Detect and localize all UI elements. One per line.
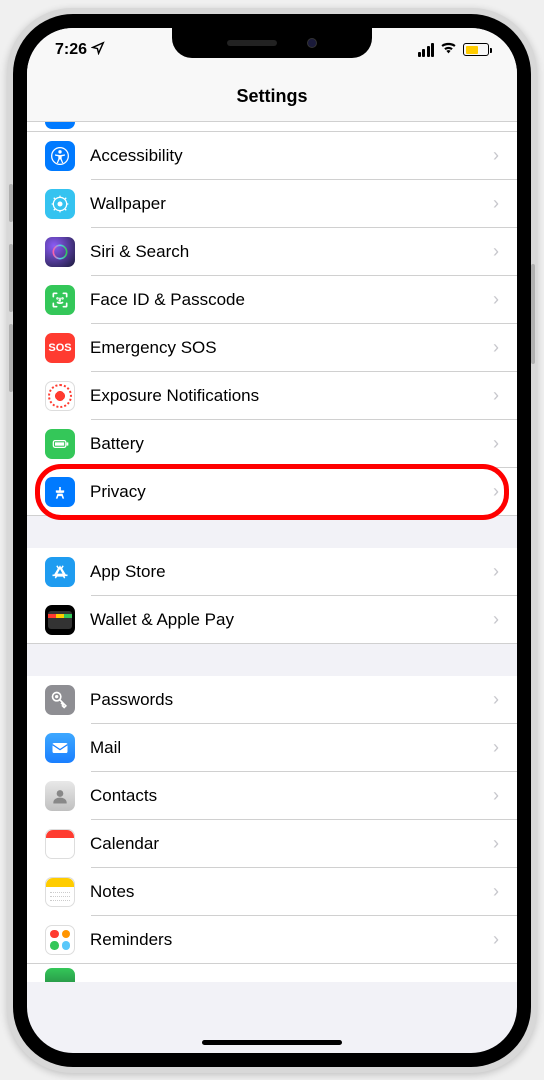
partial-icon (45, 968, 75, 982)
battery-fill (466, 46, 479, 54)
wallet-icon (45, 605, 75, 635)
chevron-right-icon: › (493, 609, 499, 630)
row-calendar[interactable]: Calendar › (27, 820, 517, 868)
mail-icon (45, 733, 75, 763)
page-title: Settings (236, 86, 307, 107)
screen: 7:26 Setti (27, 28, 517, 1053)
row-accessibility[interactable]: Accessibility › (27, 132, 517, 180)
row-label: Contacts (90, 786, 478, 806)
section-gap (27, 644, 517, 676)
location-icon (91, 41, 105, 58)
partial-row-top (27, 122, 517, 132)
notch (172, 28, 372, 58)
wallpaper-icon (45, 189, 75, 219)
row-label: Calendar (90, 834, 478, 854)
chevron-right-icon: › (493, 929, 499, 950)
section-gap (27, 516, 517, 548)
reminders-icon (45, 925, 75, 955)
volume-up (9, 244, 13, 312)
cellular-icon (418, 43, 435, 57)
row-label: Reminders (90, 930, 478, 950)
accessibility-icon (45, 141, 75, 171)
row-battery[interactable]: Battery › (27, 420, 517, 468)
row-label: Notes (90, 882, 478, 902)
status-left: 7:26 (55, 41, 105, 59)
power-button (531, 264, 535, 364)
row-label: Exposure Notifications (90, 386, 478, 406)
battery-row-icon (45, 429, 75, 459)
sos-icon: SOS (45, 333, 75, 363)
chevron-right-icon: › (493, 737, 499, 758)
settings-list[interactable]: Accessibility › Wallpaper › (27, 122, 517, 1053)
row-sos[interactable]: SOS Emergency SOS › (27, 324, 517, 372)
chevron-right-icon: › (493, 385, 499, 406)
row-mail[interactable]: Mail › (27, 724, 517, 772)
row-exposure[interactable]: Exposure Notifications › (27, 372, 517, 420)
settings-section: Accessibility › Wallpaper › (27, 132, 517, 516)
nav-header: Settings (27, 72, 517, 122)
row-label: Passwords (90, 690, 478, 710)
row-label: Face ID & Passcode (90, 290, 478, 310)
chevron-right-icon: › (493, 481, 499, 502)
battery-icon (463, 43, 489, 56)
mute-switch (9, 184, 13, 222)
row-label: Mail (90, 738, 478, 758)
chevron-right-icon: › (493, 689, 499, 710)
chevron-right-icon: › (493, 337, 499, 358)
row-passwords[interactable]: Passwords › (27, 676, 517, 724)
row-label: Accessibility (90, 146, 478, 166)
row-label: Battery (90, 434, 478, 454)
status-right (418, 40, 490, 59)
row-notes[interactable]: Notes › (27, 868, 517, 916)
row-appstore[interactable]: App Store › (27, 548, 517, 596)
row-siri[interactable]: Siri & Search › (27, 228, 517, 276)
appstore-icon (45, 557, 75, 587)
row-reminders[interactable]: Reminders › (27, 916, 517, 964)
phone-bezel: 7:26 Setti (13, 14, 531, 1067)
chevron-right-icon: › (493, 561, 499, 582)
passwords-icon (45, 685, 75, 715)
home-indicator[interactable] (202, 1040, 342, 1045)
row-label: Wallpaper (90, 194, 478, 214)
chevron-right-icon: › (493, 881, 499, 902)
row-label: Wallet & Apple Pay (90, 610, 478, 630)
row-wallpaper[interactable]: Wallpaper › (27, 180, 517, 228)
settings-section: App Store › Wallet & Apple Pay › (27, 548, 517, 644)
row-privacy[interactable]: Privacy › (27, 468, 517, 516)
chevron-right-icon: › (493, 145, 499, 166)
volume-down (9, 324, 13, 392)
wifi-icon (440, 40, 457, 59)
chevron-right-icon: › (493, 433, 499, 454)
row-faceid[interactable]: Face ID & Passcode › (27, 276, 517, 324)
speaker (227, 40, 277, 46)
row-wallet[interactable]: Wallet & Apple Pay › (27, 596, 517, 644)
exposure-icon (45, 381, 75, 411)
contacts-icon (45, 781, 75, 811)
privacy-icon (45, 477, 75, 507)
chevron-right-icon: › (493, 241, 499, 262)
faceid-icon (45, 285, 75, 315)
phone-frame: 7:26 Setti (7, 8, 537, 1073)
siri-icon (45, 237, 75, 267)
chevron-right-icon: › (493, 193, 499, 214)
notes-icon (45, 877, 75, 907)
row-label: Privacy (90, 482, 478, 502)
chevron-right-icon: › (493, 833, 499, 854)
calendar-icon (45, 829, 75, 859)
row-contacts[interactable]: Contacts › (27, 772, 517, 820)
front-camera (307, 38, 317, 48)
row-label: Siri & Search (90, 242, 478, 262)
row-label: Emergency SOS (90, 338, 478, 358)
settings-section: Passwords › Mail › Contact (27, 676, 517, 964)
row-label: App Store (90, 562, 478, 582)
partial-row-bottom (27, 964, 517, 982)
chevron-right-icon: › (493, 785, 499, 806)
chevron-right-icon: › (493, 289, 499, 310)
status-time: 7:26 (55, 41, 87, 59)
